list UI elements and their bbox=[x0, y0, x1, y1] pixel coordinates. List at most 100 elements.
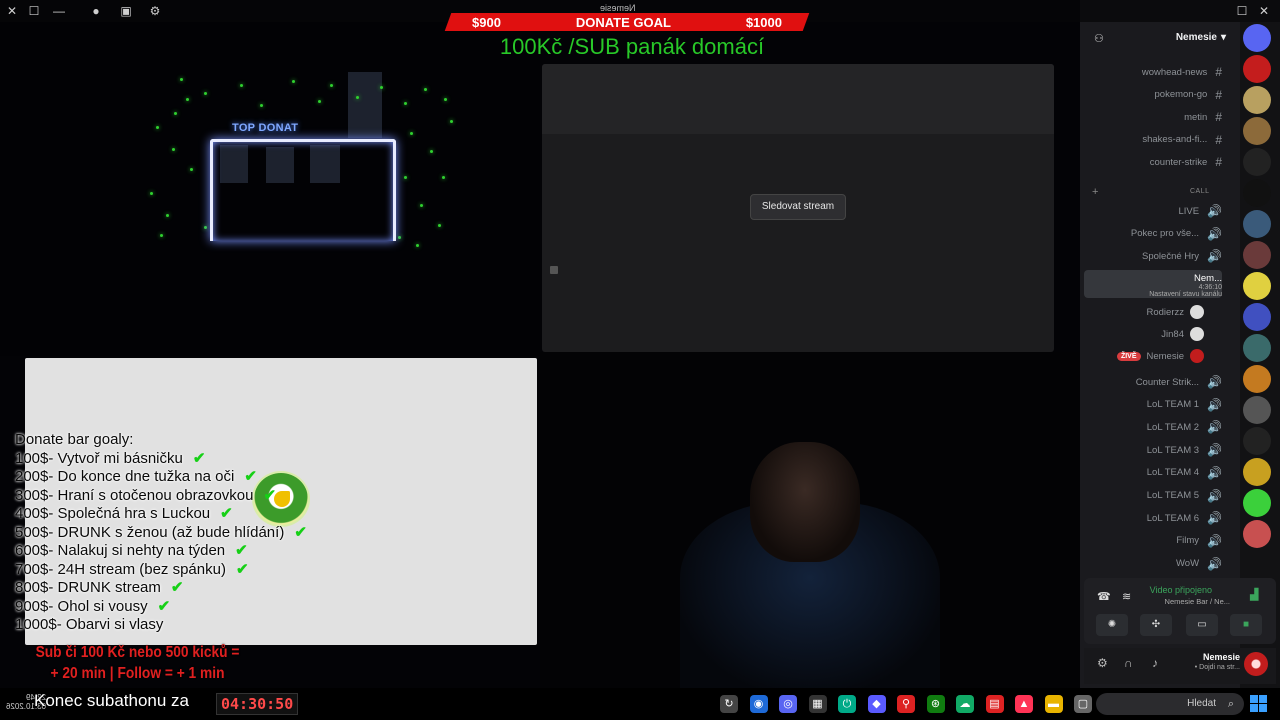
xbox-icon[interactable]: ⊛ bbox=[926, 695, 945, 713]
check-icon: ✔ bbox=[244, 468, 257, 485]
hash-icon: # bbox=[1215, 110, 1222, 124]
channel-item[interactable]: LoL TEAM 2 🔊 bbox=[1084, 418, 1222, 436]
settings-icon[interactable]: ⚙ bbox=[1097, 656, 1108, 670]
avatar[interactable] bbox=[1244, 652, 1268, 676]
channel-item[interactable]: LoL TEAM 1 🔊 bbox=[1084, 396, 1222, 414]
server-icon[interactable] bbox=[1243, 489, 1271, 517]
headphones-icon[interactable]: ∩ bbox=[1124, 656, 1133, 670]
channel-item[interactable]: Filmy 🔊 bbox=[1084, 532, 1222, 550]
steam-link-icon[interactable]: ☁ bbox=[956, 695, 974, 713]
server-icon[interactable] bbox=[1243, 86, 1271, 114]
channel-item[interactable]: wowhead-news # bbox=[1084, 63, 1222, 81]
hash-icon: # bbox=[1215, 155, 1222, 169]
donate-goals-list: Donate bar goaly: 100$- Vytvoř mi básnič… bbox=[15, 431, 307, 635]
crypto-icon[interactable]: ◆ bbox=[867, 695, 886, 713]
channel-item[interactable]: LoL TEAM 4 🔊 bbox=[1084, 464, 1222, 482]
close-icon[interactable]: ✕ bbox=[4, 3, 20, 19]
discord-icon[interactable]: ◎ bbox=[779, 695, 797, 713]
camera-button[interactable]: ■ bbox=[1230, 614, 1262, 636]
led-light bbox=[160, 234, 163, 237]
tools-icon[interactable]: ⚙ bbox=[147, 3, 163, 19]
invite-icon[interactable]: ⚇ bbox=[1094, 32, 1104, 45]
channel-item[interactable]: LIVE 🔊 bbox=[1084, 202, 1222, 220]
channel-item[interactable]: pokemon-go # bbox=[1084, 86, 1223, 104]
server-icon[interactable] bbox=[1243, 458, 1271, 486]
channel-item[interactable]: LoL TEAM 6 🔊 bbox=[1084, 509, 1222, 527]
minimize-icon[interactable]: — bbox=[51, 3, 67, 19]
power-icon[interactable]: ⏻ bbox=[838, 695, 856, 713]
screenshot-icon[interactable]: ▣ bbox=[118, 3, 134, 19]
obs-icon[interactable]: ▦ bbox=[808, 695, 827, 713]
streamer-webcam bbox=[540, 352, 1080, 688]
server-icon[interactable] bbox=[1243, 210, 1271, 238]
user-status: • Dojdi na str... bbox=[1194, 664, 1240, 671]
active-voice-channel[interactable]: Nem... 4:36:10 Nastavení stavu kanálu bbox=[1084, 270, 1222, 298]
channel-item[interactable]: Pokec pro vše... 🔊 bbox=[1084, 225, 1222, 243]
github-icon[interactable]: ● bbox=[88, 3, 104, 19]
window-icon[interactable]: ▢ bbox=[1074, 695, 1092, 713]
refresh-icon[interactable]: ↻ bbox=[720, 695, 738, 713]
check-icon: ✔ bbox=[157, 597, 171, 615]
voice-user[interactable]: Rodierzz bbox=[1100, 303, 1204, 321]
speaker-icon: 🔊 bbox=[1207, 420, 1222, 435]
led-light bbox=[416, 244, 419, 247]
search-input[interactable]: Hledat ⌕ bbox=[1096, 693, 1244, 715]
server-icon[interactable] bbox=[1243, 179, 1271, 207]
led-light bbox=[442, 176, 445, 179]
led-light bbox=[318, 100, 321, 103]
channel-name: Společné Hry bbox=[1142, 250, 1200, 262]
channel-item[interactable]: LoL TEAM 3 🔊 bbox=[1084, 441, 1222, 459]
server-icon[interactable] bbox=[1243, 427, 1271, 455]
server-icon[interactable] bbox=[1243, 396, 1271, 424]
channel-item[interactable]: WoW 🔊 bbox=[1084, 555, 1222, 573]
voice-user[interactable]: Jin84 bbox=[1100, 325, 1204, 343]
channel-item[interactable]: metin # bbox=[1084, 108, 1222, 126]
channel-time: 4:36:10 bbox=[1198, 284, 1222, 291]
server-icon[interactable] bbox=[1243, 272, 1271, 300]
donate-goal-text: 200$- Do konce dne tužka na oči bbox=[15, 468, 235, 485]
server-icon[interactable] bbox=[1243, 303, 1271, 331]
channel-status: Nastavení stavu kanálu bbox=[1149, 291, 1222, 298]
server-icon[interactable] bbox=[1243, 241, 1271, 269]
close-icon[interactable]: ✕ bbox=[1256, 3, 1272, 19]
server-icon[interactable] bbox=[1243, 365, 1271, 393]
channel-item[interactable]: counter-strike # bbox=[1084, 153, 1222, 171]
category-call[interactable]: CALL bbox=[1190, 188, 1210, 195]
disconnect-icon[interactable]: ☎ bbox=[1097, 590, 1111, 603]
noise-icon[interactable]: ≋ bbox=[1122, 590, 1131, 603]
share-screen-button[interactable]: ▭ bbox=[1186, 614, 1218, 636]
netflix-icon[interactable]: ▤ bbox=[985, 695, 1004, 713]
embed-icon bbox=[550, 266, 558, 274]
brave-icon[interactable]: ▲ bbox=[1015, 695, 1033, 713]
voice-user[interactable]: ŽIVĚ Nemesie bbox=[1100, 347, 1204, 365]
live-badge: ŽIVĚ bbox=[1116, 351, 1141, 361]
channel-name: LIVE bbox=[1178, 205, 1200, 217]
maps-icon[interactable]: ⚲ bbox=[897, 695, 915, 713]
steam-icon[interactable]: ◉ bbox=[749, 695, 768, 713]
maximize-icon[interactable]: ☐ bbox=[1234, 3, 1250, 19]
server-icon[interactable] bbox=[1243, 148, 1271, 176]
server-icon[interactable] bbox=[1243, 55, 1271, 83]
channel-item[interactable]: Společné Hry 🔊 bbox=[1084, 247, 1222, 265]
server-icon[interactable] bbox=[1243, 24, 1271, 52]
activity-button[interactable]: ✺ bbox=[1096, 614, 1128, 636]
maximize-icon[interactable]: ☐ bbox=[26, 3, 42, 19]
channel-name: LoL TEAM 5 bbox=[1146, 490, 1200, 501]
folder-icon[interactable]: ▬ bbox=[1044, 695, 1063, 713]
speaker-icon: 🔊 bbox=[1207, 556, 1222, 571]
top-donat-sign: TOP DONAT bbox=[232, 122, 299, 134]
channel-item[interactable]: Counter Strik... 🔊 bbox=[1084, 373, 1222, 391]
server-icon[interactable] bbox=[1243, 334, 1271, 362]
server-icon[interactable] bbox=[1243, 117, 1271, 145]
channel-item[interactable]: shakes-and-fi... # bbox=[1084, 131, 1222, 149]
check-icon: ✔ bbox=[294, 523, 307, 541]
apps-button[interactable]: ✣ bbox=[1140, 614, 1172, 636]
server-icon[interactable] bbox=[1243, 520, 1271, 548]
windows-start-icon[interactable] bbox=[1250, 695, 1267, 712]
channel-item[interactable]: LoL TEAM 5 🔊 bbox=[1084, 487, 1222, 505]
server-header[interactable]: Nemesie ▾ bbox=[1080, 24, 1240, 50]
watch-stream-button[interactable]: Sledovat stream bbox=[750, 194, 846, 220]
poster bbox=[348, 72, 382, 138]
led-light bbox=[404, 102, 407, 105]
add-channel-icon[interactable]: + bbox=[1092, 186, 1099, 198]
